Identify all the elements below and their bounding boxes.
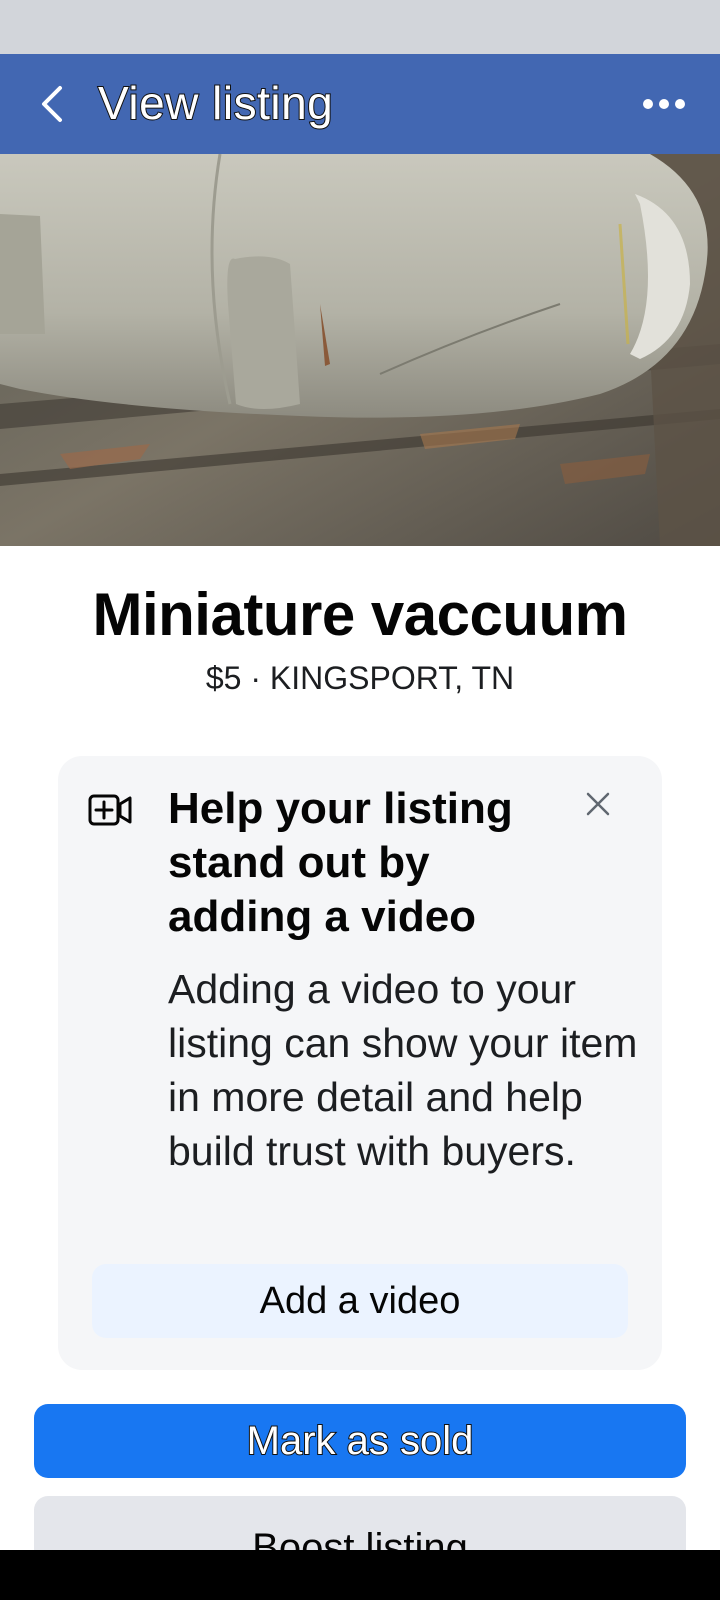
listing-price-location: $5 · KINGSPORT, TN [205, 660, 515, 696]
listing-photo-image [0, 154, 720, 546]
app-bar: View listing [0, 54, 720, 154]
chevron-left-icon [42, 86, 62, 122]
video-prompt-heading: Help your listing stand out by adding a … [168, 784, 513, 941]
add-video-prompt-card: Help your listing stand out by adding a … [58, 756, 662, 1370]
system-nav-bar [0, 1550, 720, 1600]
mark-as-sold-button[interactable]: Mark as sold [34, 1404, 686, 1478]
add-video-icon [88, 792, 134, 828]
listing-title: Miniature vaccuum [92, 581, 629, 648]
status-bar [0, 0, 720, 54]
dismiss-button[interactable] [578, 784, 618, 824]
listing-photo[interactable] [0, 154, 720, 546]
more-options-button[interactable] [634, 80, 694, 128]
more-horizontal-icon [643, 99, 685, 109]
back-button[interactable] [28, 80, 76, 128]
close-icon [586, 792, 610, 816]
page-title: View listing [97, 76, 334, 130]
add-video-button[interactable]: Add a video [92, 1264, 628, 1338]
video-prompt-body: Adding a video to your listing can show … [168, 966, 638, 1174]
